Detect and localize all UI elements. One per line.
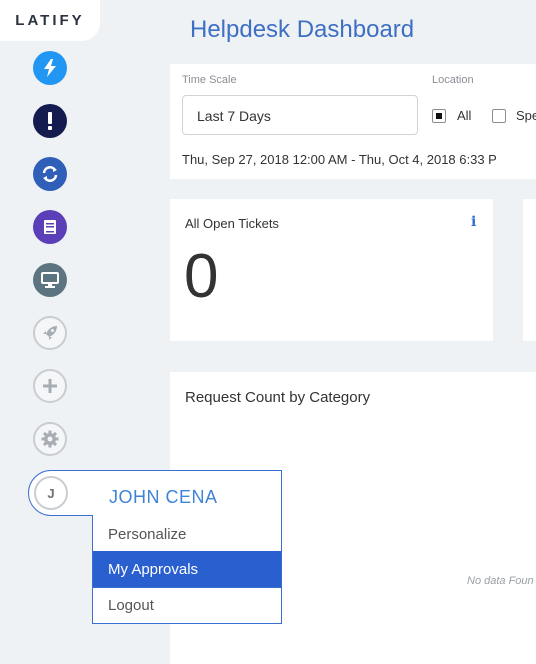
- alert-icon-button[interactable]: [33, 104, 67, 138]
- location-label: Location: [432, 74, 474, 86]
- secondary-card: [523, 199, 536, 341]
- plus-icon-button[interactable]: [33, 369, 67, 403]
- bolt-icon: [44, 59, 56, 77]
- location-specific-radio[interactable]: [492, 109, 506, 123]
- sync-icon: [42, 166, 58, 182]
- open-tickets-count: 0: [184, 242, 219, 311]
- avatar: J: [34, 476, 68, 510]
- date-range: Thu, Sep 27, 2018 12:00 AM - Thu, Oct 4,…: [182, 152, 497, 167]
- rocket-icon: [43, 326, 57, 340]
- gear-icon: [41, 430, 59, 448]
- logo-text: LATIFY: [15, 12, 85, 29]
- logo[interactable]: LATIFY: [0, 0, 100, 41]
- location-all-label: All: [457, 108, 472, 123]
- rocket-icon-button[interactable]: [33, 316, 67, 350]
- time-scale-label: Time Scale: [182, 74, 237, 86]
- time-scale-select[interactable]: Last 7 Days: [182, 95, 418, 135]
- menu-item-personalize[interactable]: Personalize: [93, 516, 281, 552]
- no-data-text: No data Foun: [467, 575, 534, 587]
- menu-item-logout[interactable]: Logout: [93, 587, 281, 623]
- user-name: JOHN CENA: [109, 487, 218, 507]
- book-icon: [44, 220, 56, 234]
- chart-title: Request Count by Category: [185, 389, 371, 406]
- plus-icon: [43, 379, 57, 393]
- open-tickets-card: All Open Tickets i 0: [170, 199, 493, 341]
- menu-item-my-approvals[interactable]: My Approvals: [93, 551, 281, 587]
- user-menu: Personalize My Approvals Logout: [92, 515, 282, 624]
- monitor-icon-button[interactable]: [33, 263, 67, 297]
- sync-icon-button[interactable]: [33, 157, 67, 191]
- gear-icon-button[interactable]: [33, 422, 67, 456]
- user-menu-trigger[interactable]: J JOHN CENA: [28, 470, 282, 516]
- open-tickets-title: All Open Tickets: [185, 216, 279, 231]
- location-all-radio[interactable]: [432, 109, 446, 123]
- filter-panel: Time Scale Last 7 Days Location All Spe …: [170, 64, 536, 179]
- bolt-icon-button[interactable]: [33, 51, 67, 85]
- page-title: Helpdesk Dashboard: [190, 16, 415, 43]
- info-icon[interactable]: i: [471, 214, 476, 230]
- monitor-icon: [41, 272, 59, 288]
- book-icon-button[interactable]: [33, 210, 67, 244]
- exclamation-icon: [48, 112, 52, 130]
- location-specific-label: Spe: [516, 108, 536, 123]
